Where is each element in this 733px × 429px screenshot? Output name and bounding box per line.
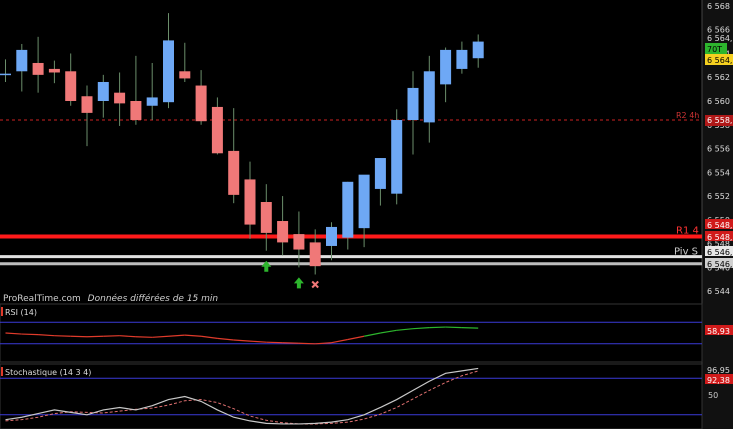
rsi-segment <box>135 336 153 338</box>
candle-body <box>423 71 435 123</box>
r1-badge-b: 6 548, <box>707 233 732 242</box>
price-tick: 6 556 <box>707 145 730 154</box>
candle-body <box>114 92 126 104</box>
r1-badge-a: 6 548, <box>707 221 732 230</box>
candle-body <box>97 81 109 101</box>
candle-body <box>0 73 11 76</box>
candle-body <box>407 87 419 121</box>
rsi-segment <box>21 333 39 336</box>
rsi-label: RSI (14) <box>5 308 37 317</box>
candle-body <box>32 62 44 75</box>
stoch-tick-50: 50 <box>708 391 718 400</box>
candle-body <box>244 179 256 225</box>
stoch-value-d: 92,38 <box>707 376 730 385</box>
pivot-badge-b: 6 546, <box>707 260 732 269</box>
candle-body <box>309 242 321 267</box>
rsi-segment <box>70 335 88 338</box>
candle-body <box>179 71 191 79</box>
candle-body <box>195 85 207 122</box>
candle-body <box>391 120 403 194</box>
watermark-brand: ProRealTime.com <box>3 294 81 304</box>
candle-body <box>440 49 452 85</box>
rsi-segment <box>54 335 71 337</box>
candle-body <box>277 221 289 243</box>
candle-body <box>16 49 28 72</box>
candle-body <box>260 202 272 233</box>
candle-body <box>163 40 174 103</box>
rsi-panel-bg <box>0 303 703 363</box>
candle-body <box>456 49 468 69</box>
rsi-value-badge: 58,93 <box>707 327 730 336</box>
rsi-segment <box>461 327 479 329</box>
rsi-segment <box>298 342 316 345</box>
candle-body <box>326 226 337 246</box>
delay-note: Données différées de 15 min <box>88 293 219 304</box>
price-tick: 6 554 <box>707 168 730 177</box>
candle-body <box>81 96 93 113</box>
candle-body <box>472 41 484 59</box>
price-tick: 6 552 <box>707 192 730 201</box>
candle-body <box>358 174 370 229</box>
price-tick: 6 562 <box>707 73 730 82</box>
candle-body <box>211 106 223 154</box>
rsi-segment <box>429 326 446 329</box>
rsi-segment <box>282 342 299 344</box>
price-tick: 6 544 <box>707 287 730 296</box>
candle-body <box>130 101 142 121</box>
rsi-segment <box>86 335 104 338</box>
candle-body <box>146 97 158 106</box>
candle-body <box>374 158 386 189</box>
watermark: ProRealTime.com Données différées de 15 … <box>3 293 218 304</box>
price-tick: 6 560 <box>707 97 730 106</box>
r2-badge: 6 558, <box>707 116 732 125</box>
candle-body <box>293 234 305 250</box>
trading-chart: R2 4h R1 4 Piv S 6 5686 5666 5646 5626 5… <box>0 0 733 429</box>
candle-body <box>342 181 354 238</box>
rsi-segment <box>445 326 462 329</box>
volume-tag: 70T <box>707 45 722 54</box>
candle-body <box>228 150 240 195</box>
candle-body <box>48 68 60 73</box>
top-value-readout: 6 564, <box>707 34 732 43</box>
price-tick: 6 568 <box>707 2 730 11</box>
pivot-level-label: Piv S <box>674 247 698 258</box>
rsi-segment <box>266 341 283 344</box>
stoch-label-marker <box>1 367 3 376</box>
rsi-label-marker <box>1 307 3 316</box>
rsi-segment <box>103 335 120 337</box>
current-price-badge: 6 564,0 <box>707 56 733 65</box>
stoch-label: Stochastique (14 3 4) <box>5 368 91 377</box>
candle-body <box>65 71 77 101</box>
r1-level-label: R1 4 <box>676 225 699 236</box>
stoch-value-k: 96,95 <box>707 366 730 375</box>
pivot-badge-a: 6 546, <box>707 248 732 257</box>
r2-level-label: R2 4h <box>676 111 699 120</box>
